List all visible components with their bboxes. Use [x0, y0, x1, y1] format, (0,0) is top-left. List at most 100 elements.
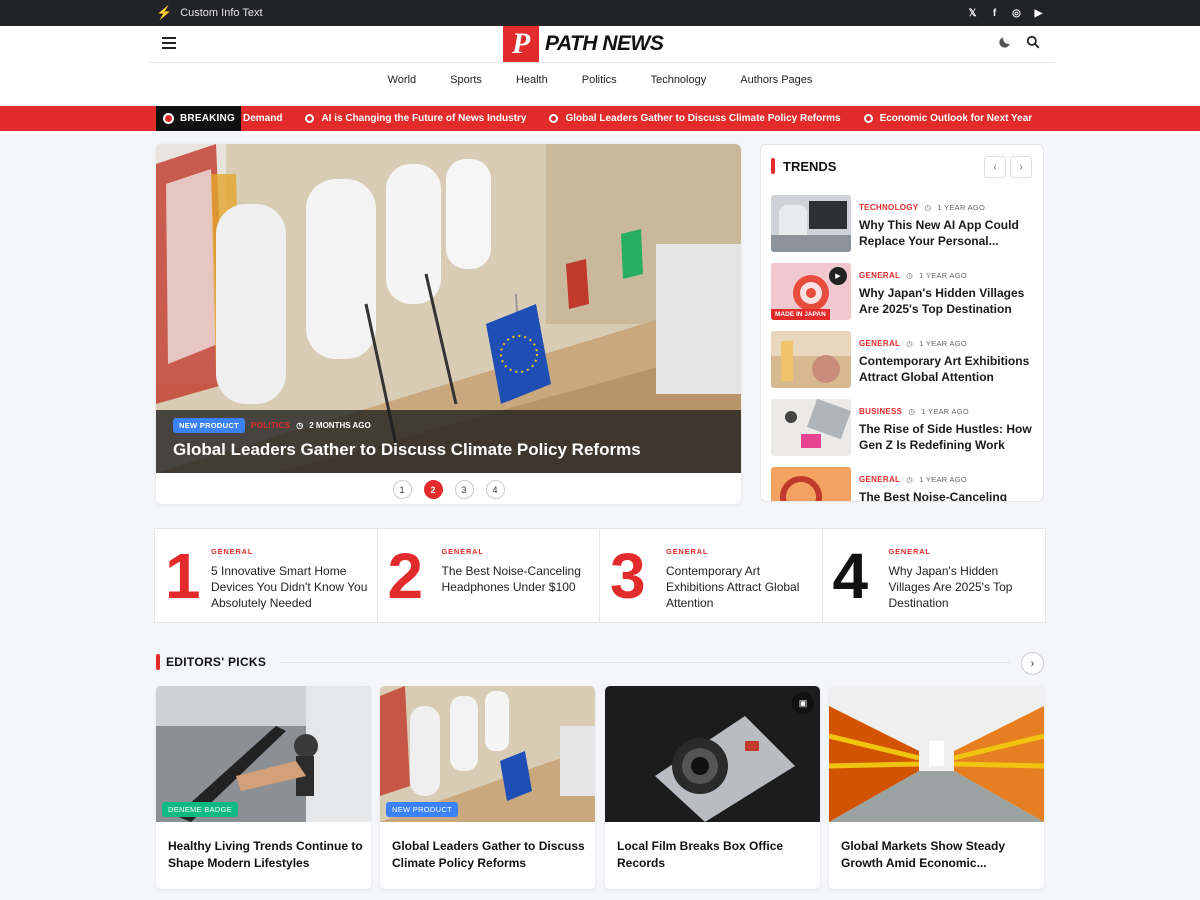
trend-title[interactable]: Contemporary Art Exhibitions Attract Glo…	[859, 353, 1035, 385]
card-title[interactable]: Healthy Living Trends Continue to Shape …	[168, 838, 363, 872]
card-badge[interactable]: DENEME BADGE	[162, 802, 239, 817]
trend-meta: GENERAL ◷ 1 YEAR AGO	[859, 271, 967, 280]
trend-category[interactable]: TECHNOLOGY	[859, 203, 918, 212]
ticker-item[interactable]: Global Leaders Gather to Discuss Climate…	[549, 113, 841, 124]
nav-health[interactable]: Health	[499, 74, 565, 86]
trend-title[interactable]: The Best Noise-Canceling	[859, 489, 1035, 501]
numbered-post[interactable]: 3 GENERAL Contemporary Art Exhibitions A…	[600, 529, 823, 622]
live-dot-icon	[163, 113, 174, 124]
trend-thumbnail[interactable]	[771, 399, 851, 456]
dark-mode-icon[interactable]	[998, 35, 1012, 49]
breaking-label-text: BREAKING	[180, 113, 235, 124]
post-category[interactable]: GENERAL	[442, 547, 484, 556]
next-arrow-icon[interactable]: ›	[1010, 156, 1032, 178]
instagram-icon[interactable]: ◎	[1011, 8, 1022, 19]
nav-sports[interactable]: Sports	[433, 74, 499, 86]
trend-category[interactable]: GENERAL	[859, 339, 900, 348]
trend-title[interactable]: Why Japan's Hidden Villages Are 2025's T…	[859, 285, 1035, 317]
ticker-item[interactable]: Demand	[243, 113, 282, 124]
ticker-dot-icon	[863, 114, 873, 123]
post-category[interactable]: GENERAL	[211, 547, 253, 556]
trends-heading-text: TRENDS	[783, 158, 837, 174]
trend-category[interactable]: GENERAL	[859, 475, 900, 484]
site-logo[interactable]: P PATH NEWS	[503, 26, 664, 62]
card-image[interactable]	[829, 686, 1044, 822]
trend-meta: BUSINESS ◷ 1 YEAR AGO	[859, 407, 969, 416]
trend-time: 1 YEAR AGO	[919, 339, 967, 348]
ticker-dot-icon	[305, 114, 315, 123]
card-image[interactable]: ▣	[605, 686, 820, 822]
post-title[interactable]: 5 Innovative Smart Home Devices You Didn…	[211, 563, 371, 611]
hero-time: 2 MONTHS AGO	[309, 421, 371, 430]
page-dot-3[interactable]: 3	[454, 480, 474, 499]
page-dot-4[interactable]: 4	[485, 480, 505, 499]
top-bar: ⚡ Custom Info Text 𝕏 f ◎ ▶	[0, 0, 1200, 26]
trend-thumbnail[interactable]	[771, 195, 851, 252]
trend-item[interactable]: GENERAL ◷ 1 YEAR AGO The Best Noise-Canc…	[771, 467, 1035, 501]
ticker-item[interactable]: Economic Outlook for Next Year	[863, 113, 1033, 124]
post-category[interactable]: GENERAL	[889, 547, 931, 556]
trend-item[interactable]: ▶ MADE IN JAPAN GENERAL ◷ 1 YEAR AGO Why…	[771, 263, 1035, 321]
info-text-label: Custom Info Text	[180, 7, 263, 19]
clock-icon: ◷	[296, 421, 304, 430]
trend-item[interactable]: TECHNOLOGY ◷ 1 YEAR AGO Why This New AI …	[771, 195, 1035, 253]
post-title[interactable]: Contemporary Art Exhibitions Attract Glo…	[666, 563, 816, 611]
trend-item[interactable]: BUSINESS ◷ 1 YEAR AGO The Rise of Side H…	[771, 399, 1035, 457]
post-title[interactable]: The Best Noise-Canceling Headphones Unde…	[442, 563, 602, 595]
trend-category[interactable]: GENERAL	[859, 271, 900, 280]
ticker-item-text: AI is Changing the Future of News Indust…	[321, 113, 527, 124]
trend-item[interactable]: GENERAL ◷ 1 YEAR AGO Contemporary Art Ex…	[771, 331, 1035, 389]
clock-icon: ◷	[908, 407, 916, 416]
trend-category[interactable]: BUSINESS	[859, 407, 902, 416]
post-category[interactable]: GENERAL	[666, 547, 708, 556]
play-icon[interactable]: ▶	[829, 267, 847, 285]
menu-icon[interactable]	[162, 37, 176, 49]
trend-thumbnail[interactable]	[771, 467, 851, 501]
editors-picks-heading-text: EDITORS' PICKS	[166, 655, 267, 669]
card-title[interactable]: Global Markets Show Steady Growth Amid E…	[841, 838, 1036, 872]
post-title[interactable]: Why Japan's Hidden Villages Are 2025's T…	[889, 563, 1039, 611]
logo-mark: P	[503, 26, 539, 62]
trend-title[interactable]: Why This New AI App Could Replace Your P…	[859, 217, 1035, 249]
trend-time: 1 YEAR AGO	[919, 271, 967, 280]
heading-accent-bar	[771, 158, 775, 174]
hero-meta: NEW PRODUCT POLITICS ◷ 2 MONTHS AGO	[173, 418, 371, 433]
card-title[interactable]: Global Leaders Gather to Discuss Climate…	[392, 838, 587, 872]
youtube-icon[interactable]: ▶	[1033, 8, 1044, 19]
numbered-post[interactable]: 2 GENERAL The Best Noise-Canceling Headp…	[378, 529, 602, 622]
trend-title[interactable]: The Rise of Side Hustles: How Gen Z Is R…	[859, 421, 1035, 453]
numbered-post[interactable]: 4 GENERAL Why Japan's Hidden Villages Ar…	[823, 529, 1046, 622]
page-dot-2[interactable]: 2	[423, 480, 443, 499]
editors-picks-heading: EDITORS' PICKS	[156, 654, 266, 670]
trend-meta: GENERAL ◷ 1 YEAR AGO	[859, 475, 967, 484]
search-icon[interactable]	[1026, 35, 1040, 49]
prev-arrow-icon[interactable]: ‹	[984, 156, 1006, 178]
card-title[interactable]: Local Film Breaks Box Office Records	[617, 838, 812, 872]
hero-badge[interactable]: NEW PRODUCT	[173, 418, 245, 433]
hero-slider: NEW PRODUCT POLITICS ◷ 2 MONTHS AGO Glob…	[156, 144, 741, 504]
nav-authors-pages[interactable]: Authors Pages	[723, 74, 829, 86]
trend-thumbnail[interactable]	[771, 331, 851, 388]
ticker-item-text: Economic Outlook for Next Year	[879, 113, 1033, 124]
nav-technology[interactable]: Technology	[634, 74, 724, 86]
facebook-icon[interactable]: f	[989, 8, 1000, 19]
editors-pick-card[interactable]: Global Markets Show Steady Growth Amid E…	[829, 686, 1044, 889]
x-icon[interactable]: 𝕏	[967, 8, 978, 19]
ticker-item[interactable]: AI is Changing the Future of News Indust…	[305, 113, 526, 124]
next-arrow-icon[interactable]: ›	[1021, 652, 1044, 675]
editors-pick-card[interactable]: DENEME BADGE Healthy Living Trends Conti…	[156, 686, 371, 889]
card-badge[interactable]: NEW PRODUCT	[386, 802, 458, 817]
nav-world[interactable]: World	[371, 74, 434, 86]
editors-pick-card[interactable]: NEW PRODUCT Global Leaders Gather to Dis…	[380, 686, 595, 889]
hero-category[interactable]: POLITICS	[251, 421, 290, 430]
numbered-posts: 1 GENERAL 5 Innovative Smart Home Device…	[154, 528, 1046, 623]
main-nav: World Sports Health Politics Technology …	[0, 74, 1200, 86]
gallery-icon[interactable]: ▣	[792, 692, 814, 714]
editors-pick-card[interactable]: ▣ Local Film Breaks Box Office Records	[605, 686, 820, 889]
header-divider	[148, 62, 1054, 63]
nav-politics[interactable]: Politics	[565, 74, 634, 86]
hero-title[interactable]: Global Leaders Gather to Discuss Climate…	[173, 440, 733, 460]
page-dot-1[interactable]: 1	[392, 480, 412, 499]
trend-thumbnail[interactable]: ▶ MADE IN JAPAN	[771, 263, 851, 320]
numbered-post[interactable]: 1 GENERAL 5 Innovative Smart Home Device…	[155, 529, 378, 622]
